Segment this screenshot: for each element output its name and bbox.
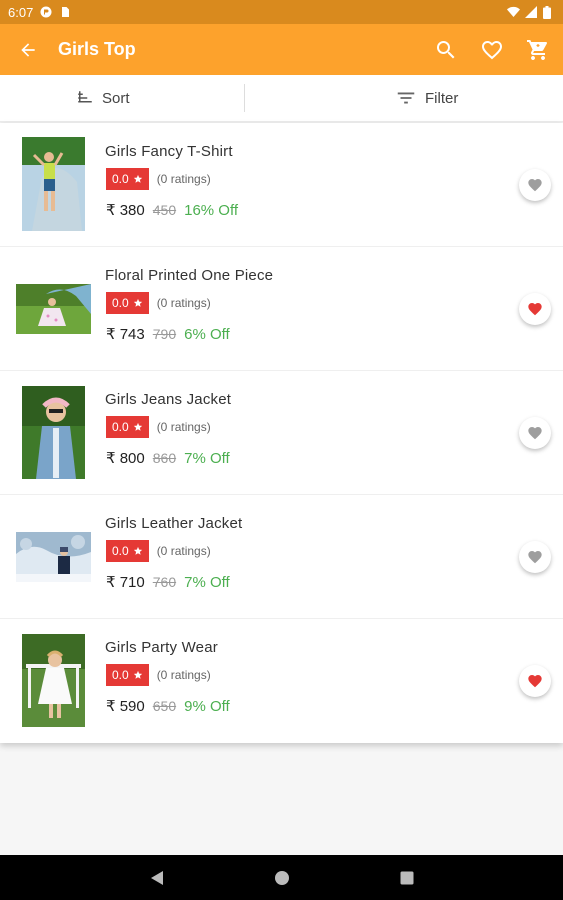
discount-label: 6% Off (184, 326, 230, 343)
discount-label: 9% Off (184, 698, 230, 715)
product-item[interactable]: Girls Jeans Jacket 0.0 (0 ratings) ₹ 800… (0, 371, 563, 495)
rating-count: (0 ratings) (156, 544, 211, 558)
price: ₹ 380 (106, 202, 145, 219)
product-image (22, 634, 85, 727)
product-item[interactable]: Girls Party Wear 0.0 (0 ratings) ₹ 590 6… (0, 619, 563, 743)
rating-value: 0.0 (112, 420, 129, 434)
heart-icon (528, 179, 542, 192)
page-title: Girls Top (58, 39, 136, 59)
product-name: Girls Party Wear (105, 639, 218, 656)
rating-badge: 0.0 (106, 664, 149, 686)
sim-card-icon (59, 6, 71, 18)
filter-label: Filter (425, 89, 459, 107)
rating-badge: 0.0 (106, 292, 149, 314)
app-bar: Girls Top (0, 24, 563, 75)
signal-icon (525, 6, 537, 18)
rating-value: 0.0 (112, 668, 129, 682)
cart-button[interactable] (525, 37, 551, 63)
rating-count: (0 ratings) (156, 420, 211, 434)
sort-label: Sort (102, 89, 130, 107)
star-icon (133, 174, 142, 183)
product-item[interactable]: Floral Printed One Piece 0.0 (0 ratings)… (0, 247, 563, 371)
product-image (16, 532, 91, 582)
discount-label: 7% Off (184, 574, 230, 591)
heart-outline-icon (482, 40, 502, 59)
wishlist-toggle-button[interactable] (519, 417, 551, 449)
nav-recents-button[interactable] (397, 868, 417, 888)
wifi-icon (507, 6, 520, 18)
circle-home-icon (274, 870, 289, 885)
status-time: 6:07 (8, 4, 34, 20)
mrp-price: 860 (152, 450, 177, 466)
star-icon (133, 422, 142, 431)
price: ₹ 710 (106, 574, 145, 591)
rating-count: (0 ratings) (156, 296, 211, 310)
product-list: Girls Fancy T-Shirt 0.0 (0 ratings) ₹ 38… (0, 123, 563, 743)
price: ₹ 590 (106, 698, 145, 715)
rating-badge: 0.0 (106, 540, 149, 562)
product-name: Floral Printed One Piece (105, 267, 274, 284)
arrow-back-icon (21, 42, 35, 57)
rating-value: 0.0 (112, 544, 129, 558)
triangle-back-icon (150, 870, 163, 885)
nav-back-button[interactable] (147, 868, 167, 888)
price: ₹ 800 (106, 450, 145, 467)
discount-label: 16% Off (184, 202, 239, 219)
mrp-price: 760 (152, 574, 177, 590)
heart-icon (528, 427, 542, 440)
heart-icon (528, 675, 542, 688)
status-bar: 6:07 (0, 0, 563, 24)
filter-icon (397, 92, 415, 104)
product-name: Girls Fancy T-Shirt (105, 143, 233, 160)
mrp-price: 650 (152, 698, 177, 714)
search-button[interactable] (433, 37, 459, 63)
sort-icon (78, 91, 92, 103)
heart-icon (528, 551, 542, 564)
wishlist-button[interactable] (479, 37, 505, 63)
product-image (22, 386, 85, 479)
rating-count: (0 ratings) (156, 668, 211, 682)
square-recents-icon (400, 871, 413, 884)
wishlist-toggle-button[interactable] (519, 169, 551, 201)
filter-button[interactable]: Filter (245, 75, 563, 121)
nav-home-button[interactable] (272, 868, 292, 888)
discount-label: 7% Off (184, 450, 230, 467)
wishlist-toggle-button[interactable] (519, 293, 551, 325)
sort-filter-bar: Sort Filter (0, 75, 563, 122)
battery-icon (543, 6, 555, 19)
price: ₹ 743 (106, 326, 145, 343)
rating-value: 0.0 (112, 172, 129, 186)
star-icon (133, 670, 142, 679)
product-image (16, 284, 91, 334)
search-icon (437, 40, 455, 58)
product-name: Girls Jeans Jacket (105, 391, 232, 408)
wishlist-toggle-button[interactable] (519, 665, 551, 697)
rating-value: 0.0 (112, 296, 129, 310)
product-image (22, 137, 85, 231)
wishlist-toggle-button[interactable] (519, 541, 551, 573)
rating-badge: 0.0 (106, 168, 149, 190)
star-icon (133, 298, 142, 307)
mrp-price: 790 (152, 326, 177, 342)
product-item[interactable]: Girls Leather Jacket 0.0 (0 ratings) ₹ 7… (0, 495, 563, 619)
system-nav-bar (0, 855, 563, 900)
star-icon (133, 546, 142, 555)
cart-icon (527, 39, 548, 60)
rating-badge: 0.0 (106, 416, 149, 438)
product-item[interactable]: Girls Fancy T-Shirt 0.0 (0 ratings) ₹ 38… (0, 123, 563, 247)
product-name: Girls Leather Jacket (105, 515, 243, 532)
back-button[interactable] (14, 36, 42, 64)
sort-button[interactable]: Sort (0, 75, 244, 121)
heart-icon (528, 303, 542, 316)
mrp-price: 450 (152, 202, 177, 218)
app-notification-icon (40, 6, 52, 18)
rating-count: (0 ratings) (156, 172, 211, 186)
